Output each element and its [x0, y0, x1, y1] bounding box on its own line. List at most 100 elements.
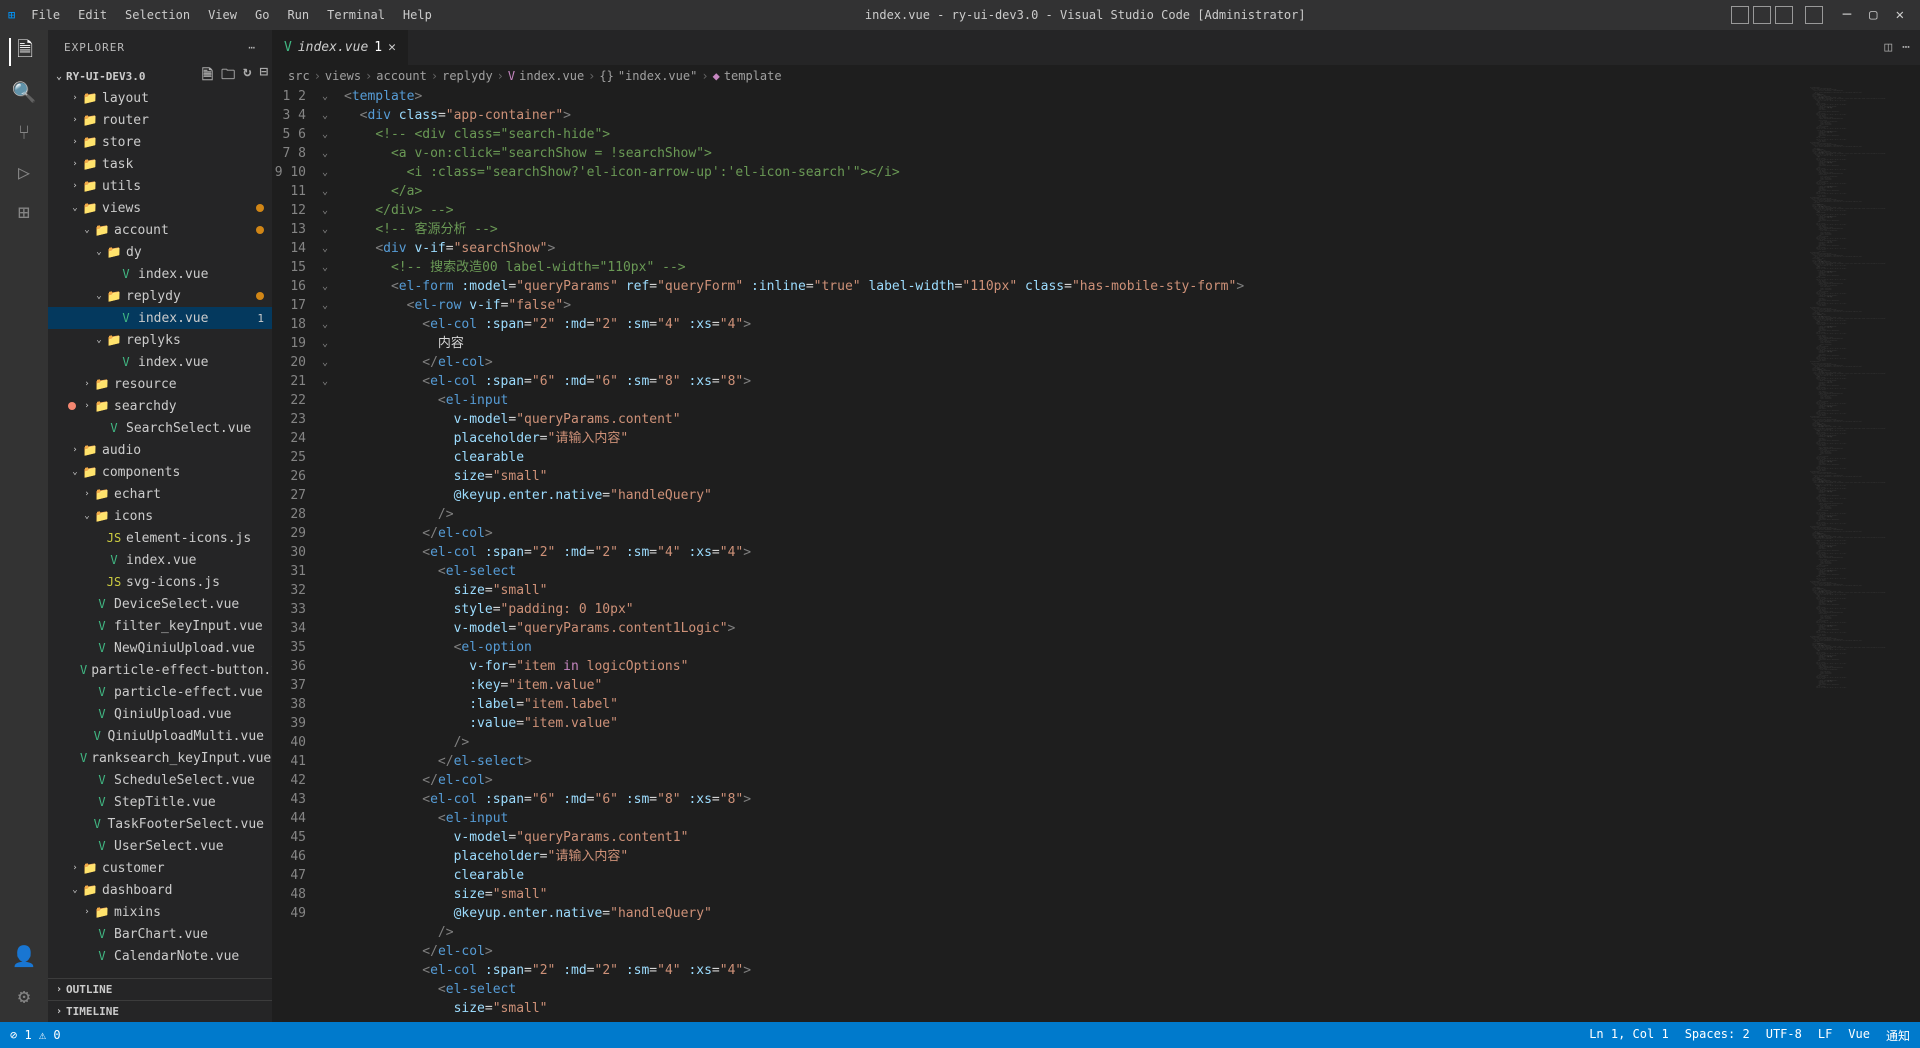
- tree-item-account[interactable]: ⌄📁account: [48, 219, 272, 241]
- close-button[interactable]: ✕: [1888, 3, 1912, 27]
- breadcrumb-item[interactable]: template: [724, 69, 782, 83]
- breadcrumb-item[interactable]: account: [376, 69, 427, 83]
- minimize-button[interactable]: ─: [1835, 3, 1859, 27]
- breadcrumb-item[interactable]: src: [288, 69, 310, 83]
- chevron-right-icon: ›: [52, 1006, 66, 1017]
- close-icon[interactable]: ✕: [388, 40, 396, 55]
- new-folder-icon[interactable]: 🗀: [221, 64, 235, 88]
- tree-item-dy[interactable]: ⌄📁dy: [48, 241, 272, 263]
- tree-item-StepTitle-vue[interactable]: VStepTitle.vue: [48, 791, 272, 813]
- tree-item-filter_keyInput-vue[interactable]: Vfilter_keyInput.vue: [48, 615, 272, 637]
- tree-item-customer[interactable]: ›📁customer: [48, 857, 272, 879]
- tree-item-layout[interactable]: ›📁layout: [48, 87, 272, 109]
- settings-icon[interactable]: ⚙: [10, 982, 38, 1010]
- tree-item-index-vue[interactable]: Vindex.vue: [48, 263, 272, 285]
- tree-item-particle-effect-button-vue[interactable]: Vparticle-effect-button.vue: [48, 659, 272, 681]
- tree-item-index-vue[interactable]: Vindex.vue1: [48, 307, 272, 329]
- status-notifications[interactable]: 通知: [1886, 1027, 1910, 1044]
- tree-item-NewQiniuUpload-vue[interactable]: VNewQiniuUpload.vue: [48, 637, 272, 659]
- tree-item-QiniuUploadMulti-vue[interactable]: VQiniuUploadMulti.vue: [48, 725, 272, 747]
- tree-item-ScheduleSelect-vue[interactable]: VScheduleSelect.vue: [48, 769, 272, 791]
- tab-index-vue[interactable]: V index.vue 1 ✕: [272, 30, 409, 65]
- tree-item-TaskFooterSelect-vue[interactable]: VTaskFooterSelect.vue: [48, 813, 272, 835]
- outline-header[interactable]: › OUTLINE: [48, 978, 272, 1000]
- breadcrumb[interactable]: src›views›account›replydy›V index.vue›{}…: [272, 65, 1920, 87]
- menu-run[interactable]: Run: [279, 4, 317, 26]
- code-content[interactable]: <template> <div class="app-container"> <…: [336, 87, 1920, 1022]
- breadcrumb-item[interactable]: index.vue: [519, 69, 584, 83]
- file-tree[interactable]: ›📁layout›📁router›📁store›📁task›📁utils⌄📁vi…: [48, 87, 272, 978]
- tree-item-searchdy[interactable]: ›📁searchdy: [48, 395, 272, 417]
- layout-icon[interactable]: [1805, 6, 1823, 24]
- tree-item-svg-icons-js[interactable]: JSsvg-icons.js: [48, 571, 272, 593]
- tab-actions: ◫ ⋯: [1874, 30, 1920, 65]
- tree-item-resource[interactable]: ›📁resource: [48, 373, 272, 395]
- menu-go[interactable]: Go: [247, 4, 277, 26]
- project-name: RY-UI-DEV3.0: [66, 70, 145, 83]
- tree-item-store[interactable]: ›📁store: [48, 131, 272, 153]
- editor-area: V index.vue 1 ✕ ◫ ⋯ src›views›account›re…: [272, 30, 1920, 1022]
- tree-item-mixins[interactable]: ›📁mixins: [48, 901, 272, 923]
- menu-help[interactable]: Help: [395, 4, 440, 26]
- tree-item-utils[interactable]: ›📁utils: [48, 175, 272, 197]
- tree-item-replydy[interactable]: ⌄📁replydy: [48, 285, 272, 307]
- tree-item-task[interactable]: ›📁task: [48, 153, 272, 175]
- chevron-down-icon: ⌄: [52, 71, 66, 82]
- extensions-icon[interactable]: ⊞: [10, 198, 38, 226]
- tree-item-replyks[interactable]: ⌄📁replyks: [48, 329, 272, 351]
- maximize-button[interactable]: ▢: [1861, 3, 1885, 27]
- split-editor-icon[interactable]: ◫: [1884, 40, 1892, 55]
- explorer-icon[interactable]: 🗎: [9, 38, 37, 66]
- tree-item-index-vue[interactable]: Vindex.vue: [48, 549, 272, 571]
- more-icon[interactable]: ⋯: [248, 41, 256, 54]
- tree-item-router[interactable]: ›📁router: [48, 109, 272, 131]
- tree-item-views[interactable]: ⌄📁views: [48, 197, 272, 219]
- status-errors[interactable]: ⊘ 1 ⚠ 0: [10, 1028, 61, 1042]
- search-icon[interactable]: 🔍: [10, 78, 38, 106]
- tree-item-DeviceSelect-vue[interactable]: VDeviceSelect.vue: [48, 593, 272, 615]
- layout-icon[interactable]: [1775, 6, 1793, 24]
- status-cursor[interactable]: Ln 1, Col 1: [1589, 1027, 1668, 1044]
- tree-item-BarChart-vue[interactable]: VBarChart.vue: [48, 923, 272, 945]
- project-header[interactable]: ⌄ RY-UI-DEV3.0 🗎 🗀 ↻ ⊟: [48, 65, 272, 87]
- tree-item-CalendarNote-vue[interactable]: VCalendarNote.vue: [48, 945, 272, 967]
- breadcrumb-item[interactable]: "index.vue": [618, 69, 697, 83]
- layout-icon[interactable]: [1753, 6, 1771, 24]
- tab-modified-badge: 1: [374, 40, 382, 55]
- run-debug-icon[interactable]: ▷: [10, 158, 38, 186]
- code-editor[interactable]: 1 2 3 4 5 6 7 8 9 10 11 12 13 14 15 16 1…: [272, 87, 1920, 1022]
- timeline-header[interactable]: › TIMELINE: [48, 1000, 272, 1022]
- tree-item-index-vue[interactable]: Vindex.vue: [48, 351, 272, 373]
- more-icon[interactable]: ⋯: [1902, 40, 1910, 55]
- new-file-icon[interactable]: 🗎: [202, 64, 213, 88]
- menu-terminal[interactable]: Terminal: [319, 4, 393, 26]
- tree-item-QiniuUpload-vue[interactable]: VQiniuUpload.vue: [48, 703, 272, 725]
- breadcrumb-item[interactable]: views: [325, 69, 361, 83]
- layout-icon[interactable]: [1731, 6, 1749, 24]
- status-eol[interactable]: LF: [1818, 1027, 1832, 1044]
- menu-file[interactable]: File: [23, 4, 68, 26]
- menu-view[interactable]: View: [200, 4, 245, 26]
- tree-item-dashboard[interactable]: ⌄📁dashboard: [48, 879, 272, 901]
- fold-gutter[interactable]: ⌄ ⌄ ⌄ ⌄ ⌄ ⌄ ⌄ ⌄ ⌄ ⌄ ⌄ ⌄ ⌄ ⌄ ⌄ ⌄: [322, 87, 336, 1022]
- tree-item-ranksearch_keyInput-vue[interactable]: Vranksearch_keyInput.vue: [48, 747, 272, 769]
- tree-item-audio[interactable]: ›📁audio: [48, 439, 272, 461]
- status-encoding[interactable]: UTF-8: [1766, 1027, 1802, 1044]
- tree-item-element-icons-js[interactable]: JSelement-icons.js: [48, 527, 272, 549]
- tree-item-icons[interactable]: ⌄📁icons: [48, 505, 272, 527]
- tree-item-echart[interactable]: ›📁echart: [48, 483, 272, 505]
- status-language[interactable]: Vue: [1848, 1027, 1870, 1044]
- refresh-icon[interactable]: ↻: [243, 64, 251, 88]
- menu-edit[interactable]: Edit: [70, 4, 115, 26]
- tree-item-UserSelect-vue[interactable]: VUserSelect.vue: [48, 835, 272, 857]
- source-control-icon[interactable]: ⑂: [10, 118, 38, 146]
- minimap[interactable]: &lt;template&gt; &lt;div class="app-cont…: [1810, 87, 1906, 1022]
- tree-item-particle-effect-vue[interactable]: Vparticle-effect.vue: [48, 681, 272, 703]
- tree-item-components[interactable]: ⌄📁components: [48, 461, 272, 483]
- breadcrumb-item[interactable]: replydy: [442, 69, 493, 83]
- status-spaces[interactable]: Spaces: 2: [1685, 1027, 1750, 1044]
- account-icon[interactable]: 👤: [10, 942, 38, 970]
- collapse-icon[interactable]: ⊟: [260, 64, 268, 88]
- menu-selection[interactable]: Selection: [117, 4, 198, 26]
- tree-item-SearchSelect-vue[interactable]: VSearchSelect.vue: [48, 417, 272, 439]
